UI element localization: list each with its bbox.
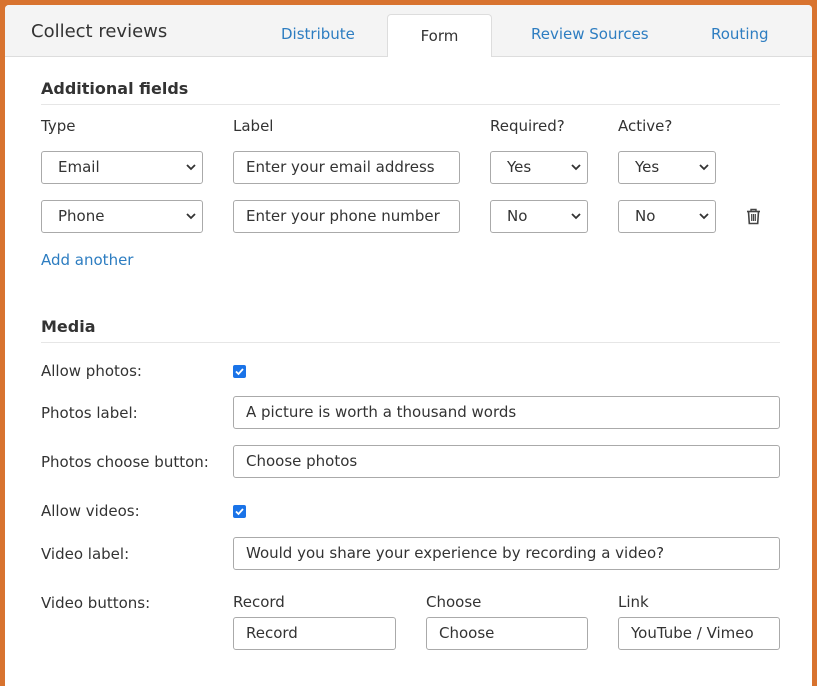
chevron-down-icon xyxy=(699,213,709,220)
field-type-value: Email xyxy=(58,158,100,176)
allow-photos-label: Allow photos: xyxy=(41,362,142,380)
chevron-down-icon xyxy=(571,164,581,171)
checkmark-icon xyxy=(235,368,244,376)
allow-photos-checkbox[interactable] xyxy=(233,365,246,378)
field-active-select[interactable]: No xyxy=(618,200,716,233)
column-header-label: Label xyxy=(233,117,274,135)
add-another-link[interactable]: Add another xyxy=(41,251,133,269)
additional-fields-heading: Additional fields xyxy=(41,79,189,98)
field-active-value: No xyxy=(635,207,656,225)
collect-reviews-panel: Collect reviews Distribute Form Review S… xyxy=(5,5,812,686)
field-label-input[interactable]: Enter your phone number xyxy=(233,200,460,233)
video-buttons-label: Video buttons: xyxy=(41,594,151,612)
tab-form[interactable]: Form xyxy=(387,14,492,57)
field-required-value: Yes xyxy=(507,158,532,176)
panel-header: Collect reviews Distribute Form Review S… xyxy=(5,5,812,57)
tab-distribute[interactable]: Distribute xyxy=(281,25,355,43)
chevron-down-icon xyxy=(699,164,709,171)
photos-label-input[interactable]: A picture is worth a thousand words xyxy=(233,396,780,429)
field-type-select[interactable]: Phone xyxy=(41,200,203,233)
column-header-required: Required? xyxy=(490,117,565,135)
trash-icon[interactable] xyxy=(746,208,761,225)
field-type-value: Phone xyxy=(58,207,105,225)
field-active-select[interactable]: Yes xyxy=(618,151,716,184)
allow-videos-label: Allow videos: xyxy=(41,502,140,520)
divider xyxy=(41,342,780,343)
choose-header: Choose xyxy=(426,593,482,611)
checkmark-icon xyxy=(235,508,244,516)
page-title: Collect reviews xyxy=(31,21,168,42)
media-heading: Media xyxy=(41,317,96,336)
photos-choose-button-label: Photos choose button: xyxy=(41,453,209,471)
field-required-select[interactable]: Yes xyxy=(490,151,588,184)
tab-routing[interactable]: Routing xyxy=(711,25,769,43)
link-header: Link xyxy=(618,593,649,611)
divider xyxy=(41,104,780,105)
photos-label-label: Photos label: xyxy=(41,404,138,422)
video-label-label: Video label: xyxy=(41,545,130,563)
video-label-input[interactable]: Would you share your experience by recor… xyxy=(233,537,780,570)
field-required-select[interactable]: No xyxy=(490,200,588,233)
choose-button-input[interactable]: Choose xyxy=(426,617,588,650)
tab-review-sources[interactable]: Review Sources xyxy=(531,25,649,43)
photos-choose-button-input[interactable]: Choose photos xyxy=(233,445,780,478)
column-header-type: Type xyxy=(41,117,76,135)
chevron-down-icon xyxy=(186,164,196,171)
record-button-input[interactable]: Record xyxy=(233,617,396,650)
field-type-select[interactable]: Email xyxy=(41,151,203,184)
field-required-value: No xyxy=(507,207,528,225)
link-button-input[interactable]: YouTube / Vimeo xyxy=(618,617,780,650)
record-header: Record xyxy=(233,593,285,611)
chevron-down-icon xyxy=(571,213,581,220)
column-header-active: Active? xyxy=(618,117,673,135)
field-active-value: Yes xyxy=(635,158,660,176)
chevron-down-icon xyxy=(186,213,196,220)
field-label-input[interactable]: Enter your email address xyxy=(233,151,460,184)
allow-videos-checkbox[interactable] xyxy=(233,505,246,518)
